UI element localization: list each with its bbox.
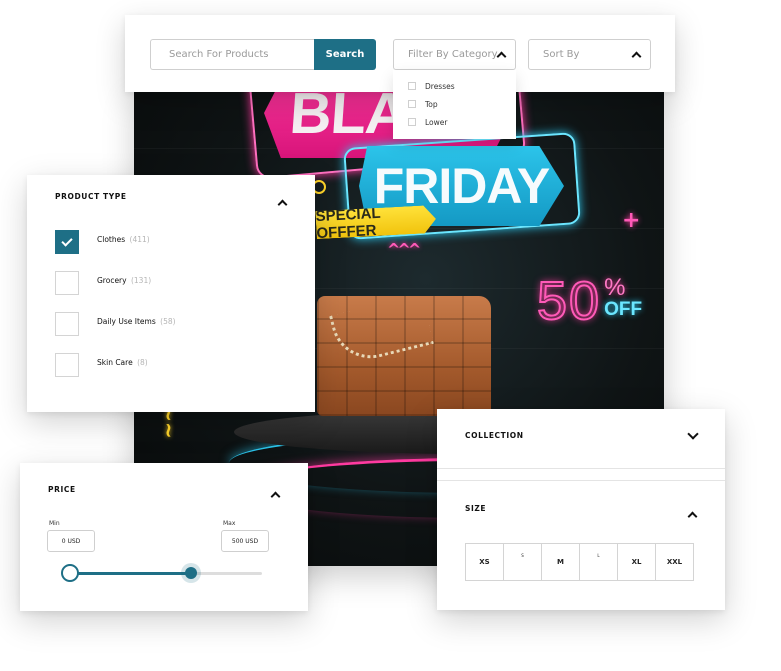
size-title: SIZE <box>465 504 487 513</box>
category-option-label: Dresses <box>425 81 455 91</box>
discount-percent: % <box>604 274 626 301</box>
plus-decoration-icon: + <box>622 208 641 233</box>
category-dropdown-menu: Dresses Top Lower <box>393 70 516 139</box>
checkbox[interactable] <box>408 118 416 126</box>
divider <box>437 480 725 481</box>
collection-title: COLLECTION <box>465 431 524 440</box>
chevron-up-icon <box>496 51 507 62</box>
price-toggle[interactable] <box>270 489 281 502</box>
chevron-up-icon <box>631 51 642 62</box>
size-toggle[interactable] <box>687 509 698 522</box>
product-type-item-grocery[interactable]: Grocery (131) <box>55 271 151 295</box>
product-type-item-clothes[interactable]: Clothes (411) <box>55 230 150 254</box>
item-name: Clothes <box>97 234 126 244</box>
size-option-xl[interactable]: XL <box>617 543 656 581</box>
product-type-filter-panel: PRODUCT TYPE Clothes (411) Grocery (131)… <box>27 175 315 412</box>
size-option-m[interactable]: M <box>541 543 580 581</box>
category-option-lower[interactable]: Lower <box>408 113 516 131</box>
size-option-xxl[interactable]: XXL <box>655 543 694 581</box>
product-type-item-skin-care[interactable]: Skin Care (8) <box>55 353 148 377</box>
chevron-up-icon <box>277 199 288 210</box>
category-option-label: Lower <box>425 117 448 127</box>
discount-off: OFF <box>604 299 643 320</box>
price-filter-panel: PRICE Min Max <box>20 463 308 611</box>
max-label: Max <box>223 520 236 527</box>
item-count: (411) <box>129 234 150 244</box>
divider <box>437 468 725 469</box>
price-range-slider[interactable] <box>61 564 262 582</box>
sort-by-select[interactable]: Sort By <box>528 39 651 70</box>
product-type-title: PRODUCT TYPE <box>55 192 127 201</box>
min-price-input[interactable] <box>47 530 95 552</box>
item-name: Daily Use Items <box>97 316 156 326</box>
item-count: (58) <box>160 316 176 326</box>
discount-number: 50 <box>536 271 602 331</box>
chevron-down-icon <box>687 428 699 440</box>
filter-by-category-label: Filter By Category <box>408 49 498 60</box>
min-label: Min <box>49 520 60 527</box>
item-count: (131) <box>130 275 152 285</box>
chevron-up-icon <box>687 511 698 522</box>
category-option-label: Top <box>425 99 438 109</box>
size-options: XS S M L XL XXL <box>465 543 694 581</box>
max-price-input[interactable] <box>221 530 269 552</box>
item-name: Grocery <box>97 275 127 285</box>
category-option-top[interactable]: Top <box>408 95 516 113</box>
checkbox[interactable] <box>408 82 416 90</box>
search-group: Search <box>150 39 376 70</box>
product-type-label: Clothes (411) <box>97 235 150 244</box>
checkbox[interactable] <box>408 100 416 108</box>
size-option-l[interactable]: L <box>579 543 618 581</box>
sort-by-label: Sort By <box>543 49 580 60</box>
checkbox[interactable] <box>55 353 79 377</box>
chevron-up-icon <box>270 491 281 502</box>
checkbox-checked[interactable] <box>55 230 79 254</box>
zigzag-decoration-icon: ^^^ <box>387 240 421 259</box>
slider-min-handle[interactable] <box>61 564 79 582</box>
product-type-label: Daily Use Items (58) <box>97 317 176 326</box>
collection-toggle[interactable] <box>687 428 699 440</box>
checkbox[interactable] <box>55 312 79 336</box>
collection-size-filter-panel: COLLECTION SIZE XS S M L XL XXL <box>437 409 725 610</box>
discount-side: % OFF <box>604 276 642 320</box>
checkmark-icon <box>61 234 73 247</box>
category-option-dresses[interactable]: Dresses <box>408 77 516 95</box>
product-type-toggle[interactable] <box>277 197 288 210</box>
filter-by-category-select[interactable]: Filter By Category <box>393 39 516 70</box>
product-type-label: Grocery (131) <box>97 276 151 285</box>
product-type-item-daily-use[interactable]: Daily Use Items (58) <box>55 312 176 336</box>
item-count: (8) <box>137 357 148 367</box>
search-button[interactable]: Search <box>314 39 376 70</box>
product-type-label: Skin Care (8) <box>97 358 148 367</box>
price-title: PRICE <box>48 485 76 494</box>
search-input[interactable] <box>150 39 314 70</box>
size-option-s[interactable]: S <box>503 543 542 581</box>
slider-fill <box>70 572 191 575</box>
size-option-xs[interactable]: XS <box>465 543 504 581</box>
checkbox[interactable] <box>55 271 79 295</box>
discount-badge: 50 % OFF <box>536 271 642 331</box>
item-name: Skin Care <box>97 357 133 367</box>
slider-max-handle[interactable] <box>184 567 197 579</box>
